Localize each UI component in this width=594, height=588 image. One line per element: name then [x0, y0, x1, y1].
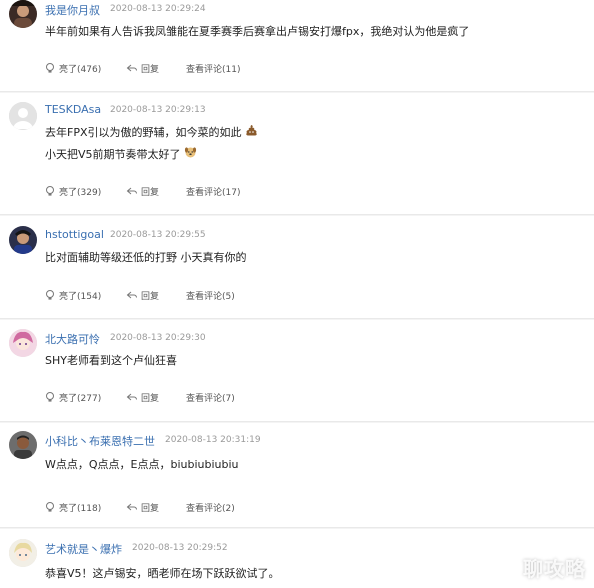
- view-replies-link[interactable]: 查看评论(7): [186, 390, 235, 404]
- reply-label: 回复: [141, 393, 160, 404]
- comment-line: W点点，Q点点，E点点，biubiubiubiu: [45, 458, 239, 471]
- reply-button[interactable]: 回复: [126, 500, 159, 514]
- username[interactable]: 北大路可怜: [45, 331, 100, 347]
- view-replies-label: 查看评论(5): [186, 291, 235, 302]
- comment-text: 比对面辅助等级还低的打野 小天真有你的: [45, 247, 247, 269]
- lightbulb-icon: [44, 289, 56, 301]
- comment-text: W点点，Q点点，E点点，biubiubiubiu: [45, 454, 239, 476]
- view-replies-link[interactable]: 查看评论(5): [186, 288, 235, 302]
- view-replies-label: 查看评论(17): [186, 187, 241, 198]
- comment-text: 恭喜V5！这卢锡安，晒老师在场下跃跃欲试了。: [45, 563, 280, 585]
- username[interactable]: hstottigoal: [45, 228, 104, 241]
- timestamp: 2020-08-13 20:29:52: [132, 543, 228, 553]
- view-replies-label: 查看评论(7): [186, 393, 235, 404]
- like-count: 亮了(277): [59, 393, 102, 404]
- reply-label: 回复: [141, 503, 160, 514]
- view-replies-link[interactable]: 查看评论(17): [186, 184, 240, 198]
- comment-line: 半年前如果有人告诉我凤雏能在夏季赛季后赛拿出卢锡安打爆fpx，我绝对认为他是疯了: [45, 25, 470, 38]
- dog-emoji-icon: [184, 144, 197, 166]
- site-watermark: 聊攻略: [523, 557, 586, 581]
- reply-label: 回复: [141, 187, 160, 198]
- avatar[interactable]: [9, 226, 37, 254]
- reply-arrow-icon: [126, 185, 138, 197]
- like-button[interactable]: 亮了(277): [44, 390, 101, 404]
- comment-item: 艺术就是丶爆炸 2020-08-13 20:29:52 恭喜V5！这卢锡安，晒老…: [0, 529, 594, 588]
- comment-line-text: 去年FPX引以为傲的野辅，如今菜的如此: [45, 126, 242, 139]
- lightbulb-icon: [44, 62, 56, 74]
- reply-arrow-icon: [126, 391, 138, 403]
- like-count: 亮了(154): [59, 291, 102, 302]
- poop-emoji-icon: [245, 122, 258, 144]
- comment-item: 小科比丶布莱恩特二世 2020-08-13 20:31:19 W点点，Q点点，E…: [0, 423, 594, 528]
- timestamp: 2020-08-13 20:29:13: [110, 105, 206, 115]
- username[interactable]: TESKDAsa: [45, 103, 101, 116]
- like-count: 亮了(329): [59, 187, 102, 198]
- reply-button[interactable]: 回复: [126, 288, 159, 302]
- avatar[interactable]: [9, 102, 37, 130]
- like-count: 亮了(118): [59, 503, 102, 514]
- lightbulb-icon: [44, 501, 56, 513]
- like-button[interactable]: 亮了(329): [44, 184, 101, 198]
- view-replies-link[interactable]: 查看评论(2): [186, 500, 235, 514]
- username[interactable]: 小科比丶布莱恩特二世: [45, 433, 155, 449]
- reply-arrow-icon: [126, 62, 138, 74]
- comment-line: 比对面辅助等级还低的打野 小天真有你的: [45, 251, 247, 264]
- lightbulb-icon: [44, 185, 56, 197]
- reply-arrow-icon: [126, 289, 138, 301]
- comment-line-text: 小天把V5前期节奏带太好了: [45, 148, 181, 161]
- comment-item: 北大路可怜 2020-08-13 20:29:30 SHY老师看到这个卢仙狂喜 …: [0, 320, 594, 422]
- timestamp: 2020-08-13 20:29:30: [110, 333, 206, 343]
- reply-button[interactable]: 回复: [126, 390, 159, 404]
- like-button[interactable]: 亮了(118): [44, 500, 101, 514]
- reply-button[interactable]: 回复: [126, 61, 159, 75]
- avatar[interactable]: [9, 539, 37, 567]
- comment-item: hstottigoal 2020-08-13 20:29:55 比对面辅助等级还…: [0, 216, 594, 319]
- view-replies-label: 查看评论(11): [186, 64, 241, 75]
- comment-item: TESKDAsa 2020-08-13 20:29:13 去年FPX引以为傲的野…: [0, 93, 594, 215]
- timestamp: 2020-08-13 20:31:19: [165, 435, 261, 445]
- comment-text: SHY老师看到这个卢仙狂喜: [45, 350, 177, 372]
- username[interactable]: 艺术就是丶爆炸: [45, 541, 122, 557]
- reply-button[interactable]: 回复: [126, 184, 159, 198]
- comment-item: 我是你月叔 2020-08-13 20:29:24 半年前如果有人告诉我凤雏能在…: [0, 0, 594, 92]
- like-button[interactable]: 亮了(154): [44, 288, 101, 302]
- username[interactable]: 我是你月叔: [45, 2, 100, 18]
- comment-text: 半年前如果有人告诉我凤雏能在夏季赛季后赛拿出卢锡安打爆fpx，我绝对认为他是疯了: [45, 21, 469, 43]
- view-replies-label: 查看评论(2): [186, 503, 235, 514]
- timestamp: 2020-08-13 20:29:55: [110, 230, 206, 240]
- comment-line: 去年FPX引以为傲的野辅，如今菜的如此: [45, 122, 258, 144]
- comment-feed: 我是你月叔 2020-08-13 20:29:24 半年前如果有人告诉我凤雏能在…: [0, 0, 594, 588]
- like-count: 亮了(476): [59, 64, 102, 75]
- comment-line: SHY老师看到这个卢仙狂喜: [45, 354, 177, 367]
- lightbulb-icon: [44, 391, 56, 403]
- timestamp: 2020-08-13 20:29:24: [110, 4, 206, 14]
- comment-line: 小天把V5前期节奏带太好了: [45, 144, 258, 166]
- reply-label: 回复: [141, 291, 160, 302]
- avatar[interactable]: [9, 0, 37, 28]
- comment-line: 恭喜V5！这卢锡安，晒老师在场下跃跃欲试了。: [45, 567, 280, 580]
- comment-text: 去年FPX引以为傲的野辅，如今菜的如此 小天把V5前期节奏带太好了: [45, 122, 258, 166]
- avatar[interactable]: [9, 431, 37, 459]
- reply-label: 回复: [141, 64, 160, 75]
- avatar[interactable]: [9, 329, 37, 357]
- view-replies-link[interactable]: 查看评论(11): [186, 61, 240, 75]
- like-button[interactable]: 亮了(476): [44, 61, 101, 75]
- reply-arrow-icon: [126, 501, 138, 513]
